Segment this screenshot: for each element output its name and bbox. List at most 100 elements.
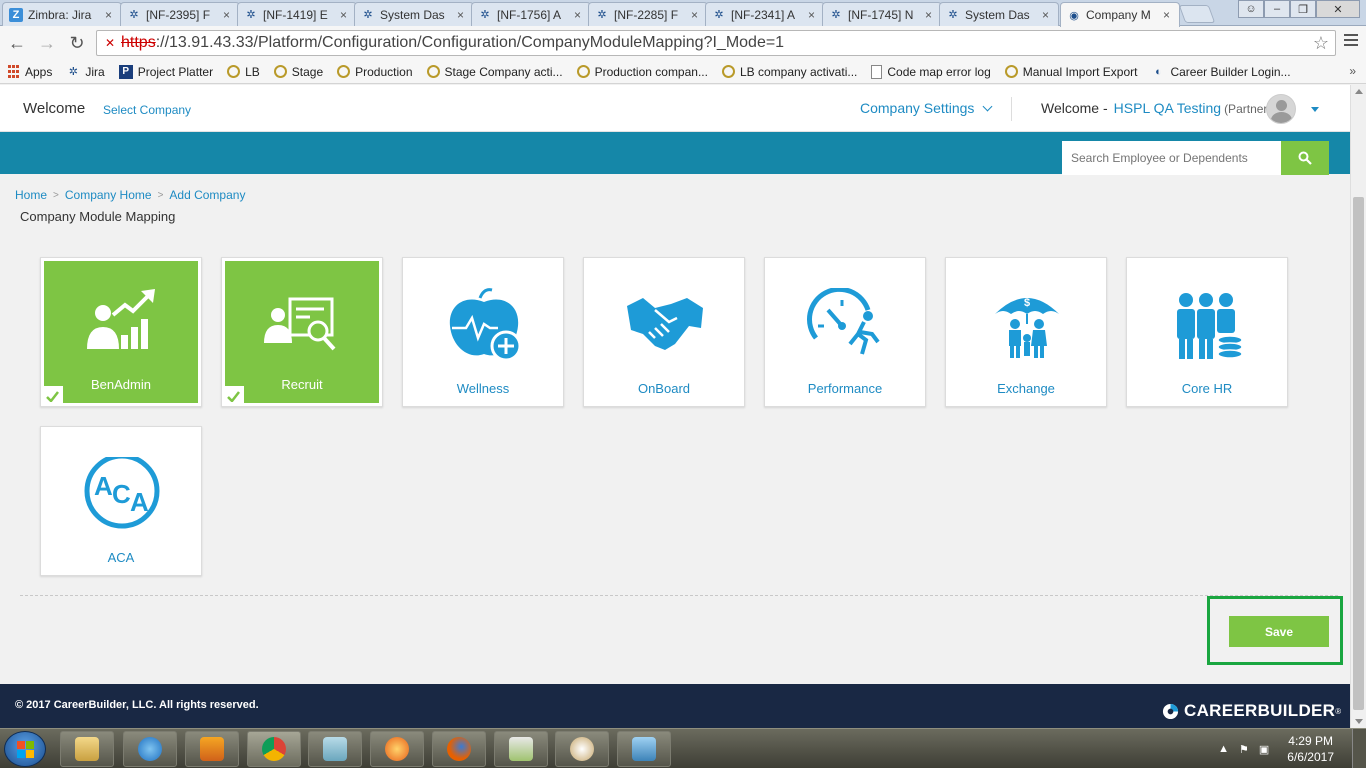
close-window-icon[interactable]: ✕ bbox=[1316, 0, 1360, 18]
search-button[interactable] bbox=[1281, 141, 1329, 175]
start-button[interactable] bbox=[4, 731, 46, 767]
bookmark-stage-company[interactable]: Stage Company acti... bbox=[426, 65, 563, 79]
bookmark-label: LB company activati... bbox=[739, 64, 858, 79]
bookmarks-overflow-icon[interactable]: » bbox=[1349, 64, 1356, 78]
caret-down-icon[interactable] bbox=[1311, 107, 1319, 112]
close-icon[interactable]: × bbox=[1163, 8, 1173, 22]
taskbar-paint[interactable] bbox=[555, 731, 609, 767]
new-tab-button[interactable] bbox=[1178, 5, 1216, 23]
page-title: Company Module Mapping bbox=[20, 209, 176, 224]
taskbar-internet-explorer[interactable] bbox=[123, 731, 177, 767]
close-icon[interactable]: × bbox=[223, 8, 233, 22]
browser-tab[interactable]: ✲ [NF-2395] F × bbox=[120, 2, 240, 26]
page-scrollbar[interactable] bbox=[1350, 85, 1366, 728]
select-company-link[interactable]: Select Company bbox=[103, 103, 191, 117]
action-center-flag-icon[interactable]: ⚑ bbox=[1239, 743, 1249, 756]
close-icon[interactable]: × bbox=[1042, 8, 1052, 22]
tray-expand-icon[interactable]: ▲ bbox=[1218, 743, 1229, 755]
save-button[interactable]: Save bbox=[1229, 616, 1329, 647]
browser-tab[interactable]: ✲ [NF-2341] A × bbox=[705, 2, 825, 26]
bookmark-label: LB bbox=[245, 64, 260, 79]
browser-tab-zimbra[interactable]: Z Zimbra: Jira × bbox=[2, 2, 122, 26]
company-settings-menu[interactable]: Company Settings bbox=[860, 100, 993, 116]
bookmark-apps[interactable]: Apps bbox=[6, 65, 52, 79]
browser-tab[interactable]: ✲ System Das × bbox=[354, 2, 474, 26]
system-tray: ▲ ⚑ ▣ 4:29 PM 6/6/2017 bbox=[1218, 729, 1366, 768]
bookmark-lb-company[interactable]: LB company activati... bbox=[721, 64, 858, 79]
browser-tab[interactable]: ✲ [NF-1756] A × bbox=[471, 2, 591, 26]
taskbar-spreadsheet[interactable] bbox=[494, 731, 548, 767]
bookmark-lb[interactable]: LB bbox=[227, 65, 260, 79]
bookmark-star-icon[interactable]: ☆ bbox=[1313, 33, 1329, 54]
bookmark-label: Career Builder Login... bbox=[1170, 64, 1291, 79]
module-tile-performance[interactable]: Performance bbox=[764, 257, 926, 407]
browser-tab-active[interactable]: ◉ Company M × bbox=[1060, 2, 1180, 27]
taskbar-notes[interactable] bbox=[308, 731, 362, 767]
bookmark-code-map[interactable]: Code map error log bbox=[871, 64, 991, 79]
forward-icon[interactable]: → bbox=[34, 30, 60, 56]
user-icon[interactable]: ☺ bbox=[1238, 0, 1264, 18]
welcome-title: Welcome bbox=[23, 100, 86, 117]
browser-menu-icon[interactable] bbox=[1344, 34, 1358, 49]
module-tile-wellness[interactable]: Wellness bbox=[402, 257, 564, 407]
search-input[interactable] bbox=[1062, 141, 1281, 175]
browser-tab[interactable]: ✲ [NF-2285] F × bbox=[588, 2, 708, 26]
tab-label: [NF-2285] F bbox=[614, 7, 679, 22]
breadcrumb-add-company[interactable]: Add Company bbox=[169, 188, 245, 202]
taskbar-firefox[interactable] bbox=[432, 731, 486, 767]
reload-icon[interactable]: ↻ bbox=[64, 30, 90, 56]
close-icon[interactable]: × bbox=[340, 8, 350, 22]
picture-viewer-icon bbox=[632, 737, 656, 761]
jira-icon: ✲ bbox=[948, 9, 958, 21]
taskbar-media-player[interactable] bbox=[185, 731, 239, 767]
close-icon[interactable]: × bbox=[691, 8, 701, 22]
browser-tab[interactable]: ✲ [NF-1745] N × bbox=[822, 2, 942, 26]
avatar[interactable] bbox=[1266, 94, 1296, 124]
back-icon[interactable]: ← bbox=[4, 30, 30, 56]
bookmark-project-platter[interactable]: P Project Platter bbox=[118, 64, 213, 79]
module-tile-aca[interactable]: A C A ACA bbox=[40, 426, 202, 576]
bookmark-jira[interactable]: ✲ Jira bbox=[66, 65, 105, 79]
bookmark-production[interactable]: Production bbox=[337, 65, 413, 79]
module-tile-benadmin[interactable]: BenAdmin bbox=[40, 257, 202, 407]
breadcrumb-company-home[interactable]: Company Home bbox=[65, 188, 152, 202]
bookmark-stage[interactable]: Stage bbox=[273, 65, 323, 79]
taskbar-app-flame[interactable] bbox=[370, 731, 424, 767]
module-tile-core-hr[interactable]: Core HR bbox=[1126, 257, 1288, 407]
close-icon[interactable]: × bbox=[808, 8, 818, 22]
firefox-icon bbox=[447, 737, 471, 761]
browser-tab[interactable]: ✲ System Das × bbox=[939, 2, 1059, 26]
taskbar-picture-viewer[interactable] bbox=[617, 731, 671, 767]
clock[interactable]: 4:29 PM 6/6/2017 bbox=[1287, 733, 1334, 765]
svg-text:A: A bbox=[130, 487, 149, 517]
breadcrumb-home[interactable]: Home bbox=[15, 188, 47, 202]
url-field[interactable]: ✕ https ://13.91.43.33/Platform/Configur… bbox=[96, 30, 1336, 56]
browser-tab[interactable]: ✲ [NF-1419] E × bbox=[237, 2, 357, 26]
scroll-up-icon[interactable] bbox=[1355, 89, 1363, 94]
bookmark-careerbuilder[interactable]: ◐ Career Builder Login... bbox=[1151, 65, 1290, 79]
trademark-symbol: ® bbox=[1335, 706, 1342, 716]
close-icon[interactable]: × bbox=[457, 8, 467, 22]
show-desktop-button[interactable] bbox=[1352, 729, 1366, 768]
scroll-thumb[interactable] bbox=[1353, 197, 1364, 710]
recruit-icon bbox=[264, 297, 336, 351]
breadcrumb-separator-icon: > bbox=[157, 189, 164, 201]
maximize-icon[interactable]: ❐ bbox=[1290, 0, 1316, 18]
close-icon[interactable]: × bbox=[105, 8, 115, 22]
taskbar-chrome[interactable] bbox=[247, 731, 301, 767]
module-tile-recruit[interactable]: Recruit bbox=[221, 257, 383, 407]
module-tile-onboard[interactable]: OnBoard bbox=[583, 257, 745, 407]
taskbar-file-explorer[interactable] bbox=[60, 731, 114, 767]
bookmark-manual-import[interactable]: Manual Import Export bbox=[1004, 65, 1137, 79]
network-icon[interactable]: ▣ bbox=[1259, 743, 1269, 756]
minimize-icon[interactable]: – bbox=[1264, 0, 1290, 18]
user-name[interactable]: HSPL QA Testing bbox=[1114, 100, 1221, 116]
performance-icon bbox=[807, 288, 880, 355]
module-tile-exchange[interactable]: $ Exchange bbox=[945, 257, 1107, 407]
close-icon[interactable]: × bbox=[925, 8, 935, 22]
module-label: Performance bbox=[807, 381, 883, 396]
careerbuilder-icon: ◐ bbox=[1155, 65, 1162, 78]
close-icon[interactable]: × bbox=[574, 8, 584, 22]
bookmark-production-company[interactable]: Production compan... bbox=[576, 65, 708, 79]
scroll-down-icon[interactable] bbox=[1355, 719, 1363, 724]
